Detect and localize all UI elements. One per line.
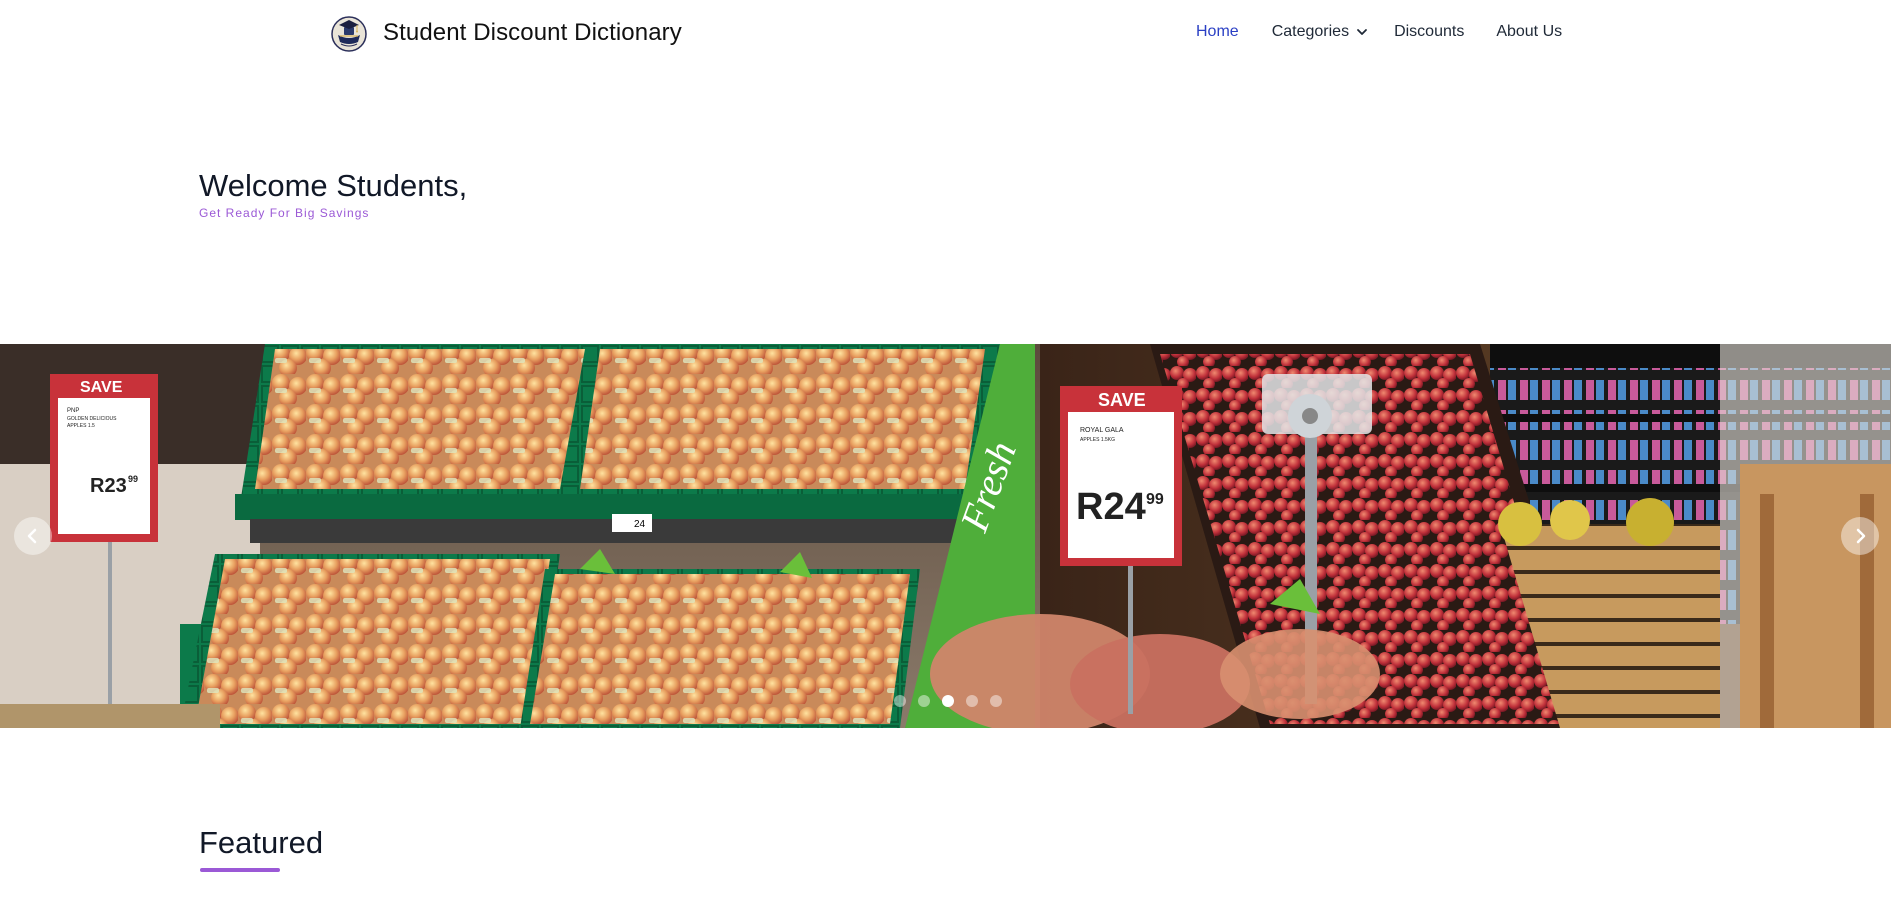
carousel-dot-1[interactable] bbox=[894, 695, 906, 707]
nav-categories[interactable]: Categories bbox=[1272, 23, 1368, 41]
right-sign-heading: SAVE bbox=[1098, 390, 1146, 410]
hero-carousel[interactable]: 24 Fresh SAVE PNP GOLDEN DELICIOUS APPLE… bbox=[0, 344, 1891, 728]
chevron-right-icon bbox=[1856, 528, 1866, 544]
main-nav: Home Categories Discounts About Us bbox=[1196, 20, 1562, 44]
carousel-dot-3[interactable] bbox=[942, 695, 954, 707]
hero-subtitle: Get Ready For Big Savings bbox=[199, 206, 370, 220]
brand-link[interactable]: Student Discount Dictionary bbox=[330, 12, 682, 54]
logo-icon bbox=[331, 16, 367, 52]
left-sign-line3: APPLES 1.5 bbox=[67, 423, 95, 429]
left-sign-price-cents: 99 bbox=[128, 474, 138, 484]
site-header: Student Discount Dictionary Home Categor… bbox=[0, 0, 1891, 66]
carousel-dot-2[interactable] bbox=[918, 695, 930, 707]
left-sign-price: R23 bbox=[90, 475, 127, 497]
nav-home[interactable]: Home bbox=[1196, 23, 1239, 41]
carousel-slide-image: 24 Fresh SAVE PNP GOLDEN DELICIOUS APPLE… bbox=[0, 344, 1891, 728]
featured-heading: Featured bbox=[199, 825, 324, 860]
chevron-down-icon bbox=[1357, 29, 1367, 35]
left-sign-line2: GOLDEN DELICIOUS bbox=[67, 416, 117, 422]
nav-categories-label: Categories bbox=[1271, 23, 1350, 40]
right-sign-price: R24 bbox=[1076, 486, 1146, 528]
right-sign-line2: APPLES 1.5KG bbox=[1080, 437, 1115, 443]
hero-title: Welcome Students, bbox=[199, 168, 468, 203]
shelf-price-tag: 24 bbox=[634, 519, 646, 530]
carousel-dot-4[interactable] bbox=[966, 695, 978, 707]
left-sign-line1: PNP bbox=[67, 408, 79, 414]
site-name: Student Discount Dictionary bbox=[383, 19, 682, 46]
carousel-dot-5[interactable] bbox=[990, 695, 1002, 707]
chevron-left-icon bbox=[27, 528, 37, 544]
nav-about-us[interactable]: About Us bbox=[1496, 23, 1562, 41]
carousel-prev-button[interactable] bbox=[14, 517, 52, 555]
nav-discounts[interactable]: Discounts bbox=[1394, 23, 1464, 41]
right-sign-line1: ROYAL GALA bbox=[1080, 427, 1124, 434]
carousel-indicators bbox=[894, 695, 1014, 707]
left-sign-heading: SAVE bbox=[80, 379, 123, 396]
carousel-next-button[interactable] bbox=[1841, 517, 1879, 555]
right-sign-price-cents: 99 bbox=[1146, 491, 1164, 508]
featured-heading-underline bbox=[200, 868, 280, 872]
